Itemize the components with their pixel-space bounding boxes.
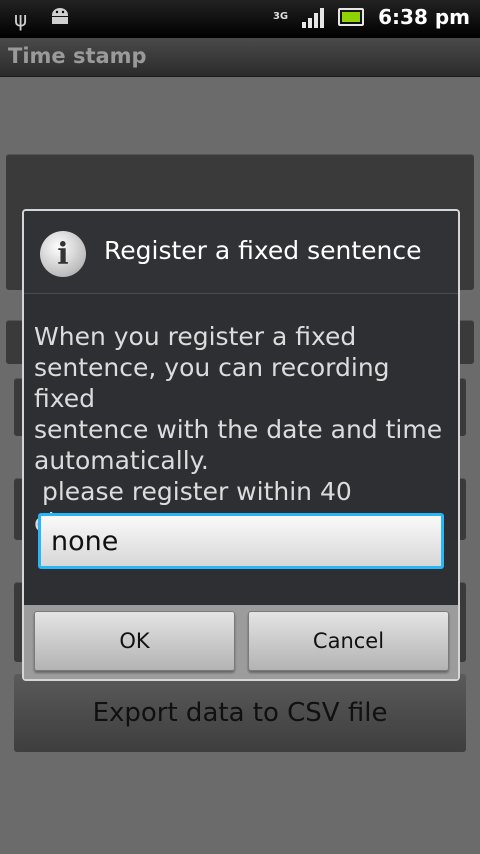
cancel-button[interactable]: Cancel xyxy=(248,611,449,671)
ok-button[interactable]: OK xyxy=(34,611,235,671)
export-csv-button[interactable]: Export data to CSV file xyxy=(14,674,466,752)
dialog-button-bar: OK Cancel xyxy=(24,605,458,679)
status-bar: ψ 3G 6:38 pm xyxy=(0,0,480,38)
register-sentence-dialog: i Register a fixed sentence When you reg… xyxy=(22,209,460,681)
usb-icon: ψ xyxy=(14,6,28,31)
dialog-header: i Register a fixed sentence xyxy=(24,211,458,294)
status-time: 6:38 pm xyxy=(378,5,470,29)
signal-icon xyxy=(302,6,325,28)
battery-icon xyxy=(338,8,365,26)
dialog-title: Register a fixed sentence xyxy=(104,236,422,265)
android-debug-icon xyxy=(49,6,71,31)
network-type: 3G xyxy=(272,11,289,22)
fixed-sentence-input[interactable] xyxy=(38,513,444,569)
dialog-message: When you register a fixed sentence, you … xyxy=(34,322,443,537)
info-icon: i xyxy=(40,231,86,277)
app-title-bar: Time stamp xyxy=(0,38,480,77)
app-title: Time stamp xyxy=(8,44,147,68)
